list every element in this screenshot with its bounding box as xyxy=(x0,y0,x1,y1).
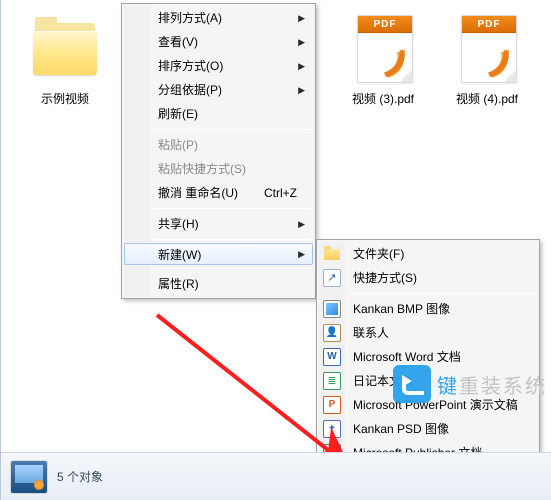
ctx-label: 属性(R) xyxy=(158,277,199,291)
ctx-properties[interactable]: 属性(R) xyxy=(124,272,313,296)
ctx-separator xyxy=(154,208,311,209)
ctx-paste-shortcut: 粘贴快捷方式(S) xyxy=(124,157,313,181)
ctx-label: Kankan BMP 图像 xyxy=(353,302,450,316)
submenu-arrow-icon: ▶ xyxy=(298,212,305,236)
status-thumbnail-icon xyxy=(11,461,47,493)
ctx-share[interactable]: 共享(H) ▶ xyxy=(124,212,313,236)
new-folder[interactable]: 文件夹(F) xyxy=(319,242,537,266)
ctx-undo-rename[interactable]: 撤消 重命名(U) Ctrl+Z xyxy=(124,181,313,205)
ctx-separator xyxy=(154,268,311,269)
ctx-separator xyxy=(154,239,311,240)
ctx-view[interactable]: 查看(V) ▶ xyxy=(124,30,313,54)
pdf-badge: PDF xyxy=(358,16,412,33)
powerpoint-icon xyxy=(324,397,340,413)
ctx-label: 撤消 重命名(U) xyxy=(158,186,238,200)
psd-icon xyxy=(324,421,340,437)
content-area[interactable]: 示例视频 PDF 视频 (3).pdf PDF xyxy=(2,0,551,452)
ctx-separator xyxy=(154,129,311,130)
ctx-shortcut: Ctrl+Z xyxy=(264,181,297,205)
status-bar: 5 个对象 xyxy=(1,452,551,500)
folder-icon xyxy=(324,246,340,262)
ctx-label: 粘贴(P) xyxy=(158,138,198,152)
ctx-sort[interactable]: 排序方式(O) ▶ xyxy=(124,54,313,78)
ctx-label: 新建(W) xyxy=(158,248,201,262)
ctx-new[interactable]: 新建(W) ▶ xyxy=(124,243,313,265)
new-bmp[interactable]: Kankan BMP 图像 xyxy=(319,297,537,321)
ctx-label: Kankan PSD 图像 xyxy=(353,422,449,436)
ctx-label: 查看(V) xyxy=(158,35,198,49)
ctx-label: Microsoft Word 文档 xyxy=(353,350,461,364)
ctx-label: 粘贴快捷方式(S) xyxy=(158,162,246,176)
file-item-pdf-4[interactable]: PDF 视频 (4).pdf xyxy=(444,10,530,106)
context-menu: 排列方式(A)▶ 查看(V)▶ 排序方式(O)▶ 分组依据(P)▶ 刷新(E) … xyxy=(121,3,316,299)
explorer-window: 示例视频 PDF 视频 (3).pdf PDF xyxy=(0,0,551,500)
file-label: 视频 (4).pdf xyxy=(444,92,530,106)
watermark: 键重装系统 xyxy=(393,364,547,404)
submenu-arrow-icon: ▶ xyxy=(298,6,305,30)
pdf-icon: PDF xyxy=(444,10,534,88)
pdf-icon: PDF xyxy=(340,10,430,88)
ctx-label: 联系人 xyxy=(353,326,389,340)
status-text: 5 个对象 xyxy=(57,468,103,485)
folder-icon xyxy=(20,10,110,88)
new-psd[interactable]: Kankan PSD 图像 xyxy=(319,417,537,441)
ctx-paste: 粘贴(P) xyxy=(124,133,313,157)
bmp-icon xyxy=(324,301,340,317)
watermark-logo-icon xyxy=(393,365,431,403)
file-label: 视频 (3).pdf xyxy=(340,92,426,106)
submenu-arrow-icon: ▶ xyxy=(298,54,305,78)
ctx-label: 共享(H) xyxy=(158,217,199,231)
ctx-label: 排列方式(A) xyxy=(158,11,222,25)
ctx-label: 排序方式(O) xyxy=(158,59,223,73)
folder-item-sample-videos[interactable]: 示例视频 xyxy=(20,10,110,106)
new-contact[interactable]: 联系人 xyxy=(319,321,537,345)
ctx-label: 分组依据(P) xyxy=(158,83,222,97)
ctx-label: 快捷方式(S) xyxy=(353,271,417,285)
ctx-label: 文件夹(F) xyxy=(353,247,404,261)
shortcut-icon xyxy=(324,270,340,286)
ctx-arrange[interactable]: 排列方式(A) ▶ xyxy=(124,6,313,30)
ctx-separator xyxy=(349,293,535,294)
pdf-badge: PDF xyxy=(462,16,516,33)
journal-icon xyxy=(324,373,340,389)
watermark-text: 键重装系统 xyxy=(437,370,547,399)
ctx-refresh[interactable]: 刷新(E) xyxy=(124,102,313,126)
new-shortcut[interactable]: 快捷方式(S) xyxy=(319,266,537,290)
submenu-arrow-icon: ▶ xyxy=(298,244,305,264)
ctx-group[interactable]: 分组依据(P) ▶ xyxy=(124,78,313,102)
submenu-arrow-icon: ▶ xyxy=(298,30,305,54)
ctx-label: 刷新(E) xyxy=(158,107,198,121)
file-item-pdf-3[interactable]: PDF 视频 (3).pdf xyxy=(340,10,426,106)
word-icon xyxy=(324,349,340,365)
contact-icon xyxy=(324,325,340,341)
submenu-arrow-icon: ▶ xyxy=(298,78,305,102)
folder-label: 示例视频 xyxy=(20,92,110,106)
